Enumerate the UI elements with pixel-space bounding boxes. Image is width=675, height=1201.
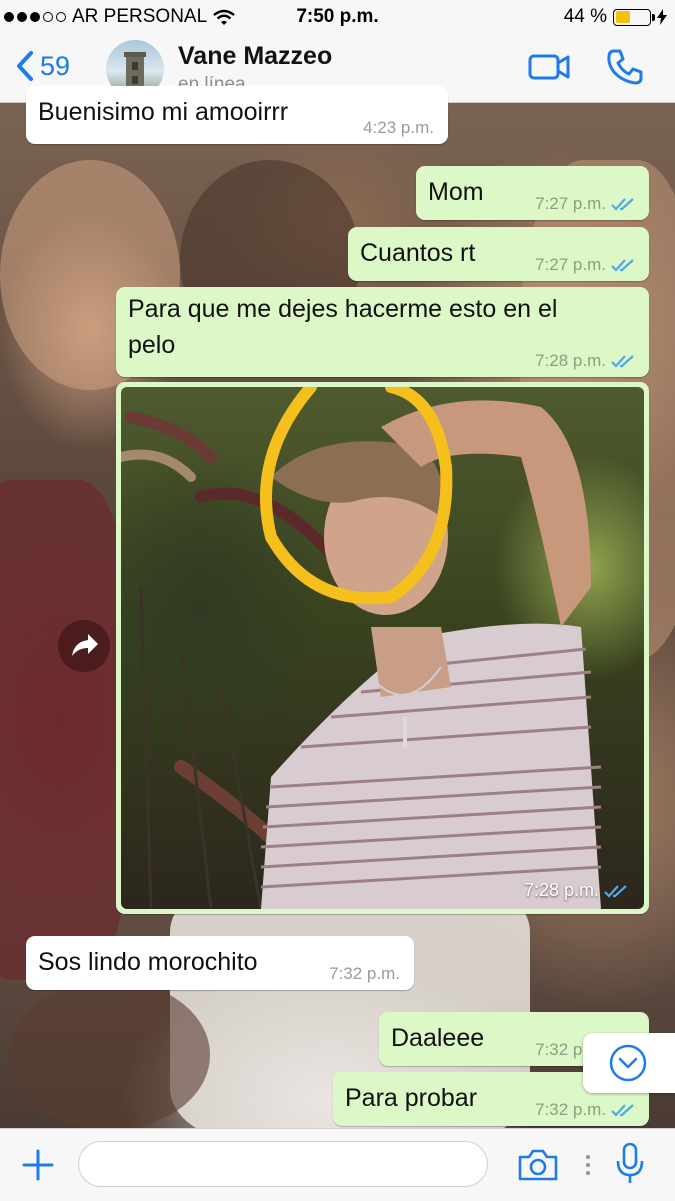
contact-name[interactable]: Vane Mazzeo [178,42,332,71]
message-time: 7:32 p.m. [535,1100,606,1119]
message-bubble-incoming[interactable]: Sos lindo morochito 7:32 p.m. [26,936,414,990]
read-ticks-icon [611,198,634,211]
back-button[interactable]: 59 [16,50,70,82]
message-meta: 7:27 p.m. [535,194,635,214]
plus-icon[interactable] [20,1147,56,1183]
message-bubble-incoming[interactable]: Buenisimo mi amooirrr 4:23 p.m. [26,86,448,144]
input-bar [0,1128,675,1201]
message-line: pelo [128,331,176,359]
message-text: Para que me dejes hacerme esto en el pel… [128,291,557,363]
message-text: Cuantos rt [360,239,476,267]
message-text: Mom [428,178,484,206]
message-input[interactable] [78,1141,488,1187]
message-line: Para que me dejes hacerme esto en el [128,295,558,323]
message-meta: 7:32 p.m. [535,1100,635,1120]
image-meta: 7:28 p.m. [524,880,628,901]
microphone-icon[interactable] [614,1141,646,1187]
camera-icon[interactable] [516,1147,560,1183]
message-time: 7:28 p.m. [535,351,606,370]
message-time: 4:23 p.m. [363,118,434,137]
battery-icon [613,8,655,26]
unread-count: 59 [40,50,71,81]
shared-photo[interactable]: 7:28 p.m. [121,387,644,909]
forward-icon [72,634,98,656]
charging-icon [657,9,667,25]
message-time: 7:28 p.m. [523,880,599,900]
battery-percent: 44 % [563,6,607,27]
status-right: 44 % [564,6,667,28]
message-text: Buenisimo mi amooirrr [38,98,289,126]
scroll-down-icon [609,1044,647,1082]
message-text: Daaleee [391,1024,485,1052]
wallpaper-shape [0,480,130,980]
message-text: Para probar [345,1084,478,1112]
message-meta: 7:32 p.m. [329,964,400,984]
image-message-bubble[interactable]: 7:28 p.m. [116,382,649,914]
more-dots-icon [586,1155,590,1175]
video-call-icon[interactable] [528,48,572,84]
wallpaper-shape [10,980,210,1130]
phone-icon[interactable] [606,48,644,86]
forward-button[interactable] [58,620,110,672]
message-bubble-outgoing[interactable]: Cuantos rt 7:27 p.m. [348,227,649,281]
photo-illustration [121,387,602,909]
battery-fill [615,11,631,23]
message-time: 7:27 p.m. [535,255,606,274]
message-time: 7:27 p.m. [535,194,606,213]
message-meta: 4:23 p.m. [363,118,434,138]
read-ticks-icon [604,884,627,898]
message-bubble-outgoing[interactable]: Mom 7:27 p.m. [416,166,649,220]
read-ticks-icon [611,355,634,368]
battery-cap [652,13,655,21]
message-time: 7:32 p.m. [329,964,400,983]
back-chevron-icon [17,51,33,81]
message-meta: 7:27 p.m. [535,255,635,275]
read-ticks-icon [611,259,634,272]
read-ticks-icon [611,1104,634,1117]
status-bar: AR PERSONAL 7:50 p.m. 44 % [0,0,675,34]
message-meta: 7:28 p.m. [535,351,635,371]
message-text: Sos lindo morochito [38,948,258,976]
message-bubble-outgoing[interactable]: Para que me dejes hacerme esto en el pel… [116,287,649,377]
scroll-to-bottom-button[interactable] [583,1033,675,1093]
